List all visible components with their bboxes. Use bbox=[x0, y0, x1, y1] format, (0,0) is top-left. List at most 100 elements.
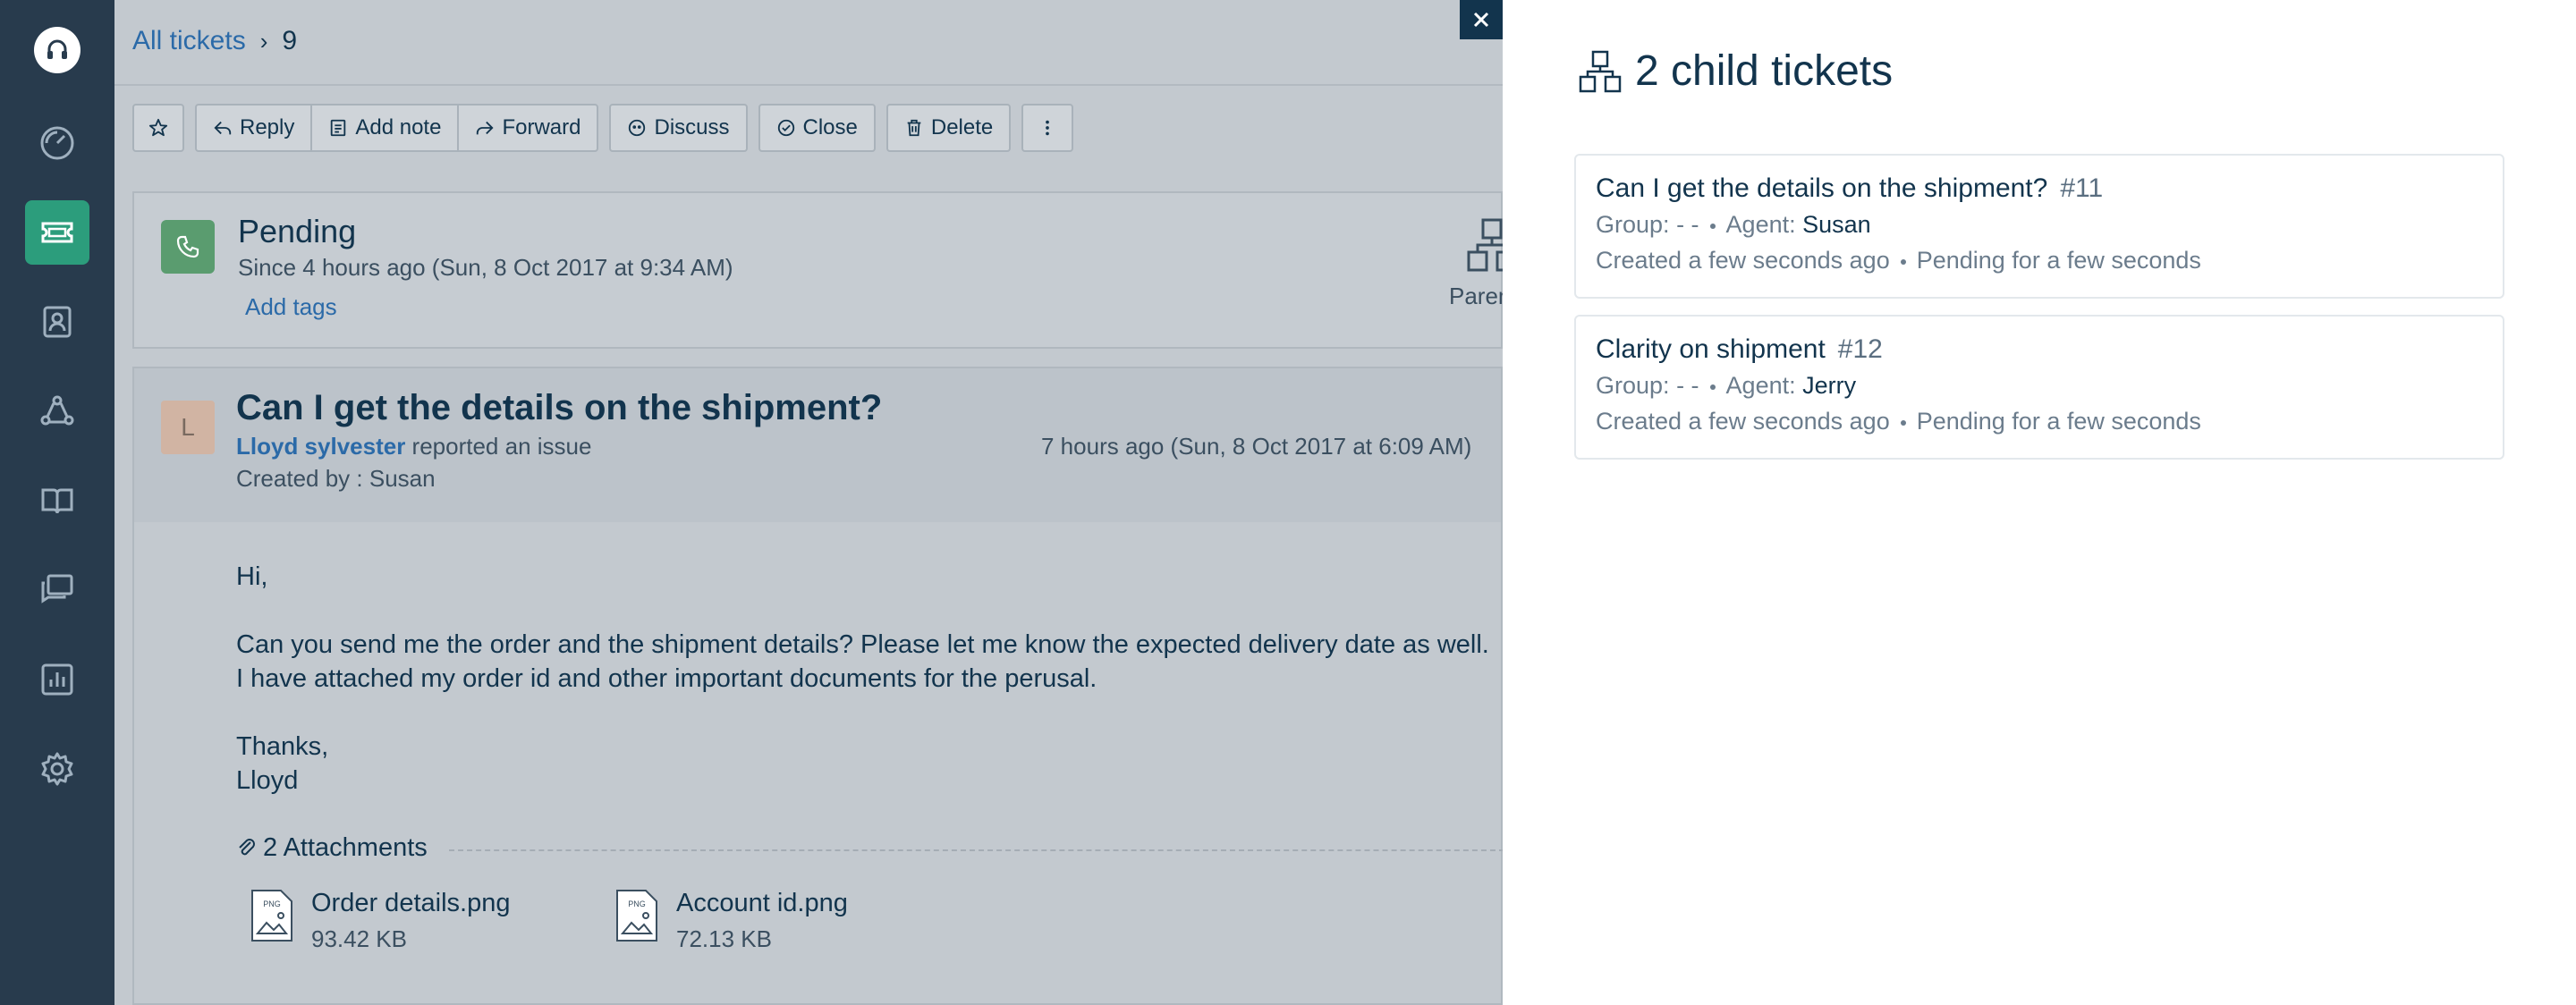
close-ticket-button[interactable]: Close bbox=[758, 104, 876, 152]
group-value: - - bbox=[1676, 211, 1699, 238]
child-ticket-title: Can I get the details on the shipment? #1… bbox=[1596, 173, 2103, 204]
headset-logo-icon[interactable] bbox=[34, 27, 80, 73]
body-line: I have attached my order id and other im… bbox=[236, 664, 1097, 693]
child-ticket-card[interactable]: Clarity on shipment #12 Group: - - Agent: … bbox=[1574, 315, 2504, 460]
more-vertical-icon bbox=[1046, 120, 1050, 136]
ticket-subject: Can I get the details on the shipment? bbox=[236, 388, 883, 427]
nav-tickets[interactable] bbox=[25, 200, 89, 265]
attachments-count: 2 Attachments bbox=[263, 833, 428, 862]
breadcrumb-all-tickets-link[interactable]: All tickets bbox=[132, 26, 246, 56]
chat-icon bbox=[41, 574, 73, 604]
signoff: Thanks, bbox=[236, 732, 329, 761]
separator-dot bbox=[1709, 384, 1716, 390]
separator-dot bbox=[1709, 223, 1716, 229]
forward-label: Forward bbox=[502, 115, 581, 139]
attachment-name: Order details.png bbox=[311, 889, 511, 917]
nav-settings[interactable] bbox=[25, 737, 89, 801]
group-value: - - bbox=[1676, 372, 1699, 399]
child-ticket-subject[interactable]: Clarity on shipment bbox=[1596, 334, 1826, 364]
attachment-size: 72.13 KB bbox=[676, 925, 772, 952]
status-title: Pending bbox=[238, 213, 357, 249]
tickets-icon bbox=[41, 222, 73, 243]
attachment-name: Account id.png bbox=[676, 889, 848, 917]
phone-icon bbox=[161, 220, 215, 274]
child-ticket-card[interactable]: Can I get the details on the shipment? #1… bbox=[1574, 154, 2504, 299]
separator-dot bbox=[1900, 419, 1906, 426]
png-file-icon: PNG bbox=[616, 890, 657, 942]
add-note-label: Add note bbox=[355, 115, 442, 139]
ticket-detail-view: All tickets › 9 Reply Add note Forward D… bbox=[114, 0, 1518, 1005]
png-file-icon: PNG bbox=[251, 890, 292, 942]
signature: Lloyd bbox=[236, 766, 299, 795]
contacts-icon bbox=[43, 306, 72, 338]
attachment-item[interactable]: PNG Account id.png 72.13 KB bbox=[615, 889, 848, 953]
forward-button[interactable]: Forward bbox=[457, 104, 599, 152]
nav-knowledge-base[interactable] bbox=[25, 469, 89, 533]
child-tickets-panel: 2 child tickets Can I get the details on… bbox=[1503, 0, 2576, 1005]
child-ticket-title: Clarity on shipment #12 bbox=[1596, 334, 1883, 365]
check-circle-icon bbox=[777, 119, 794, 137]
note-icon bbox=[331, 119, 346, 137]
add-tags-link[interactable]: Add tags bbox=[245, 293, 337, 321]
delete-label: Delete bbox=[930, 115, 994, 139]
dashboard-icon bbox=[40, 126, 74, 160]
reports-icon bbox=[41, 663, 73, 696]
discuss-icon bbox=[629, 119, 646, 137]
add-note-button[interactable]: Add note bbox=[310, 104, 458, 152]
reply-label: Reply bbox=[240, 115, 295, 139]
reply-icon bbox=[214, 121, 232, 135]
left-navigation bbox=[0, 0, 114, 1005]
created-by: Created by : Susan bbox=[236, 465, 436, 492]
breadcrumb-ticket-number: 9 bbox=[282, 26, 298, 55]
discuss-button[interactable]: Discuss bbox=[609, 104, 748, 152]
ticket-status-card: Pending Since 4 hours ago (Sun, 8 Oct 20… bbox=[132, 191, 1518, 349]
attachment-item[interactable]: PNG Order details.png 93.42 KB bbox=[250, 889, 510, 953]
agent-label: Agent: bbox=[1725, 372, 1796, 399]
divider bbox=[114, 84, 1503, 86]
discuss-label: Discuss bbox=[654, 115, 730, 139]
close-panel-button[interactable] bbox=[1460, 0, 1503, 39]
chevron-right-icon: › bbox=[259, 27, 268, 55]
star-icon bbox=[148, 118, 168, 137]
nav-dashboard[interactable] bbox=[25, 111, 89, 175]
book-icon bbox=[41, 488, 73, 514]
paperclip-icon bbox=[239, 838, 255, 855]
ticket-toolbar: Reply Add note Forward Discuss Close Del… bbox=[132, 104, 1084, 156]
child-ticket-meta: Group: - - Agent: Susan bbox=[1596, 211, 1871, 239]
close-icon bbox=[1473, 12, 1489, 28]
reply-button-group: Reply Add note Forward bbox=[195, 104, 599, 156]
group-label: Group: bbox=[1596, 372, 1670, 399]
attachments-header: 2 Attachments bbox=[236, 833, 428, 863]
avatar: L bbox=[161, 401, 215, 454]
groups-icon bbox=[40, 395, 74, 426]
child-ticket-times: Created a few seconds ago Pending for a f… bbox=[1596, 247, 2201, 274]
panel-header: 2 child tickets bbox=[1578, 46, 1893, 96]
created-time: Created a few seconds ago bbox=[1596, 247, 1890, 274]
more-actions-button[interactable] bbox=[1021, 104, 1074, 152]
child-tickets-icon bbox=[1579, 50, 1622, 92]
svg-text:PNG: PNG bbox=[263, 899, 281, 908]
child-ticket-id: #12 bbox=[1837, 334, 1883, 364]
panel-title: 2 child tickets bbox=[1635, 47, 1894, 95]
agent-value: Susan bbox=[1802, 211, 1871, 238]
delete-button[interactable]: Delete bbox=[886, 104, 1012, 152]
pending-time: Pending for a few seconds bbox=[1916, 408, 2201, 435]
close-label: Close bbox=[802, 115, 858, 139]
attachments-divider bbox=[449, 849, 1504, 851]
svg-text:PNG: PNG bbox=[628, 899, 646, 908]
nav-groups[interactable] bbox=[25, 379, 89, 443]
created-time: Created a few seconds ago bbox=[1596, 408, 1890, 435]
reply-button[interactable]: Reply bbox=[195, 104, 311, 152]
star-button[interactable] bbox=[132, 104, 184, 152]
child-ticket-subject[interactable]: Can I get the details on the shipment? bbox=[1596, 173, 2047, 203]
reporter-line: Lloyd sylvester reported an issue bbox=[236, 433, 591, 460]
nav-contacts[interactable] bbox=[25, 290, 89, 354]
message-body: Hi, Can you send me the order and the sh… bbox=[236, 560, 1489, 798]
requester-link[interactable]: Lloyd sylvester bbox=[236, 433, 405, 460]
child-ticket-times: Created a few seconds ago Pending for a f… bbox=[1596, 408, 2201, 435]
body-line: Can you send me the order and the shipme… bbox=[236, 630, 1489, 659]
nav-chat[interactable] bbox=[25, 558, 89, 622]
nav-reports[interactable] bbox=[25, 647, 89, 712]
status-since: Since 4 hours ago (Sun, 8 Oct 2017 at 9:… bbox=[238, 254, 733, 281]
greeting: Hi, bbox=[236, 562, 268, 591]
